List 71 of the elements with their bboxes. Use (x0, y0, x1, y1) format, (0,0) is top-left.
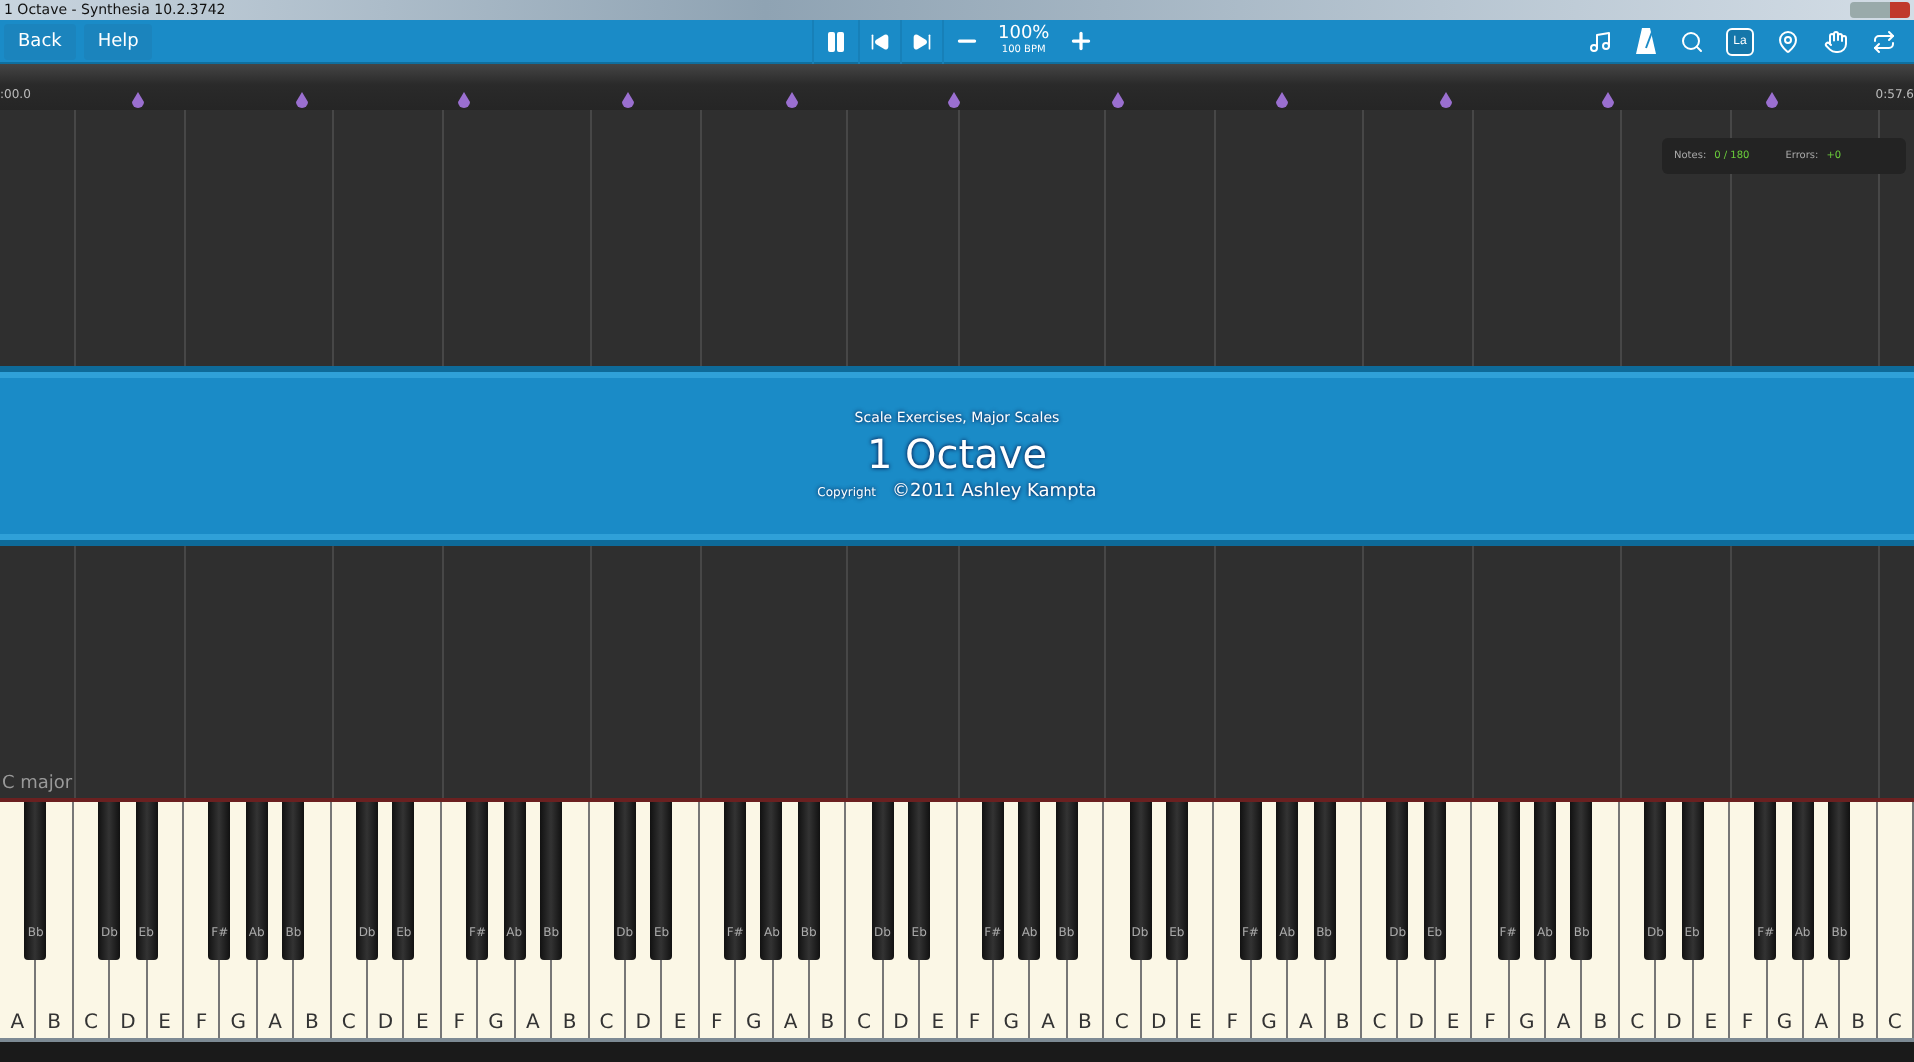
marker-icon[interactable] (1439, 92, 1451, 108)
marker-icon[interactable] (1602, 92, 1615, 108)
key-label: F (453, 1012, 465, 1034)
key-label: D (120, 1012, 136, 1034)
key-label: C (341, 1012, 356, 1034)
key-label: G (488, 1012, 504, 1034)
key-label: G (1518, 1012, 1535, 1034)
key-label: G (745, 1012, 762, 1034)
key-label: E (1446, 1012, 1460, 1034)
menu-button[interactable]: Help (83, 23, 153, 59)
key-label: B (1851, 1012, 1865, 1034)
key-label: C (1887, 1012, 1902, 1034)
key-label: B (305, 1012, 319, 1034)
key-label: A (1556, 1012, 1571, 1034)
key-label: C (84, 1012, 98, 1034)
marker-icon[interactable] (458, 92, 471, 108)
marker-icon[interactable] (1275, 92, 1288, 108)
key-label: D (635, 1012, 651, 1034)
key-label: B (1593, 1012, 1608, 1034)
key-label: E (673, 1012, 687, 1034)
key-label: E (158, 1012, 171, 1034)
key-label: F (1226, 1012, 1238, 1034)
key-label: F (1484, 1012, 1496, 1034)
key-label: A (1814, 1012, 1829, 1034)
window-controls-icon[interactable] (1850, 2, 1910, 18)
key-label: G (230, 1012, 247, 1034)
key-label: A (1041, 1012, 1055, 1034)
key-label: G (1003, 1012, 1020, 1034)
marker-icon[interactable] (295, 92, 308, 108)
marker-icon[interactable] (1765, 92, 1778, 108)
key-label: A (783, 1012, 798, 1034)
key-label: E (931, 1012, 945, 1034)
marker-icon[interactable] (948, 92, 961, 108)
song-title: 1 Octave (866, 430, 1048, 478)
marker-icon[interactable] (622, 92, 635, 108)
key-label: B (1078, 1012, 1092, 1034)
menu-button[interactable]: Back (4, 23, 76, 59)
key-label: B (47, 1012, 62, 1034)
speed-percent: 100% (998, 26, 1050, 44)
key-label: A (10, 1012, 25, 1034)
key-label: B (562, 1012, 577, 1034)
key-label: E (1704, 1012, 1718, 1034)
key-label: C (599, 1012, 614, 1034)
key-label: C (1630, 1012, 1645, 1034)
key-label: C (1114, 1012, 1129, 1034)
copyright-text: ©2011 Ashley Kampta (892, 482, 1097, 502)
piano-keyboard-drawing[interactable] (0, 798, 1914, 1038)
key-label: D (1666, 1012, 1682, 1034)
key-label: A (525, 1012, 540, 1034)
key-label: A (1299, 1012, 1313, 1034)
key-label: E (1189, 1012, 1202, 1034)
key-label: G (1261, 1012, 1277, 1034)
key-label: F (1741, 1012, 1754, 1034)
key-label: F (195, 1012, 208, 1034)
key-label: D (1150, 1012, 1167, 1034)
key-signature: C major (2, 774, 73, 794)
key-label: B (1335, 1012, 1350, 1034)
key-label: D (377, 1012, 394, 1034)
marker-icon[interactable] (132, 92, 144, 108)
key-label: C (857, 1012, 872, 1034)
key-label: A (268, 1012, 282, 1034)
marker-icon[interactable] (1112, 92, 1125, 108)
key-label: F (711, 1012, 723, 1034)
key-label: D (1408, 1012, 1424, 1034)
marker-icon[interactable] (785, 92, 798, 108)
key-label: B (820, 1012, 835, 1034)
key-label: E (416, 1012, 429, 1034)
key-label: D (893, 1012, 909, 1034)
key-label: F (968, 1012, 981, 1034)
key-label: C (1372, 1012, 1387, 1034)
key-label: G (1776, 1012, 1793, 1034)
